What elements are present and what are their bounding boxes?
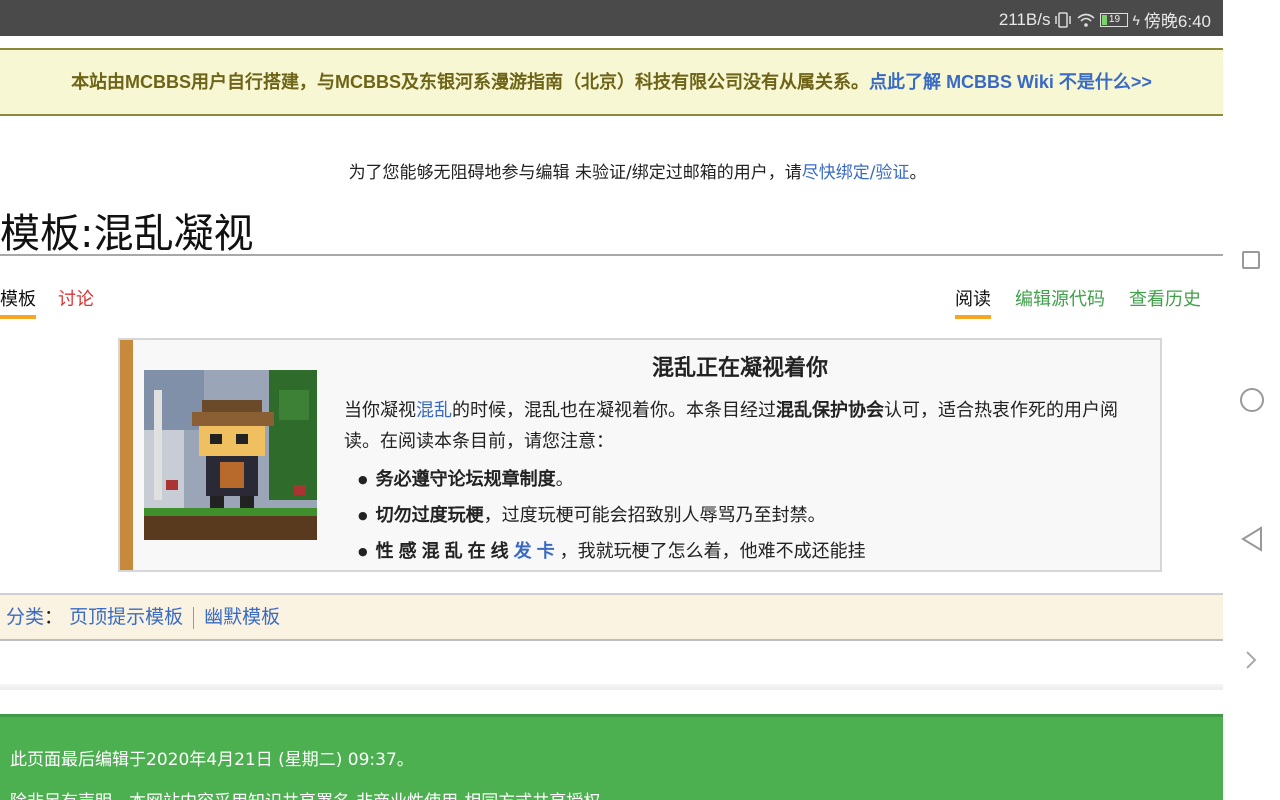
back-icon[interactable] [1240,526,1264,552]
notice-bold-text: 混乱保护协会 [776,400,884,421]
list-item: 性感混乱在线发卡，我就玩梗了怎么着，他难不成还能挂 [358,535,898,571]
view-tabs: 阅读 编辑源代码 查看历史 [955,285,1201,319]
chaos-link[interactable]: 混乱 [416,400,452,421]
category-item[interactable]: 页顶提示模板 [69,606,183,628]
tab-discussion[interactable]: 讨论 [58,285,94,319]
notice-accent-bar [120,340,133,570]
card-link[interactable]: 发卡 [514,541,560,562]
chevron-right-icon[interactable] [1244,650,1258,670]
category-item[interactable]: 幽默模板 [204,606,280,628]
pixel-character-image[interactable] [144,370,317,540]
title-divider [0,254,1223,256]
recent-apps-icon[interactable] [1242,251,1260,269]
footer-last-edited: 此页面最后编辑于2020年4月21日 (星期二) 09:37。 [10,750,414,770]
status-bar: 211B/s 19 ϟ 傍晚6:40 [0,0,1223,36]
home-icon[interactable] [1240,388,1264,412]
charging-icon: ϟ [1132,11,1140,28]
email-notice: 为了您能够无阻碍地参与编辑 未验证/绑定过邮箱的用户，请尽快绑定/验证。 [0,158,1223,183]
wifi-icon [1077,13,1096,27]
list-item: 切勿过度玩梗，过度玩梗可能会招致别人辱骂乃至封禁。 [358,499,898,535]
notice-body: 当你凝视混乱的时候，混乱也在凝视着你。本条目经过混乱保护协会认可，适合热衷作死的… [344,395,1150,571]
categories-label-link[interactable]: 分类 [6,606,44,628]
footer-license: 除非另有声明，本网站内容采用知识共享署名-非商业性使用-相同方式共享授权。 [10,787,617,800]
footer: 此页面最后编辑于2020年4月21日 (星期二) 09:37。 除非另有声明，本… [0,714,1223,800]
template-notice-box: 混乱正在凝视着你 当你凝视混乱的时候，混乱也在凝视着你。本条目经过混乱保护协会认… [118,338,1162,572]
email-notice-suffix: 。 [909,163,927,183]
site-notice-text: 本站由MCBBS用户自行搭建，与MCBBS及东银河系漫游指南（北京）科技有限公司… [71,72,870,92]
list-item: 务必遵守论坛规章制度。 [358,463,898,499]
content-bottom-divider [0,684,1223,690]
site-notice: 本站由MCBBS用户自行搭建，与MCBBS及东银河系漫游指南（北京）科技有限公司… [0,48,1223,116]
site-notice-link[interactable]: 点此了解 MCBBS Wiki 不是什么>> [869,72,1152,92]
notice-list: 务必遵守论坛规章制度。 切勿过度玩梗，过度玩梗可能会招致别人辱骂乃至封禁。 性感… [344,463,1150,571]
email-notice-text: 为了您能够无阻碍地参与编辑 未验证/绑定过邮箱的用户，请 [348,163,802,183]
tab-read[interactable]: 阅读 [955,285,991,319]
battery-icon: 19 [1100,12,1129,27]
tab-template[interactable]: 模板 [0,285,36,319]
page-content: 本站由MCBBS用户自行搭建，与MCBBS及东银河系漫游指南（北京）科技有限公司… [0,36,1223,800]
vibrate-icon [1055,11,1072,28]
namespace-tabs: 模板 讨论 [0,285,94,319]
category-separator [193,606,195,629]
page-title: 模板:混乱凝视 [0,211,254,257]
net-speed: 211B/s [998,9,1051,29]
tab-view-history[interactable]: 查看历史 [1129,285,1201,319]
clock: 傍晚6:40 [1143,12,1211,31]
notice-heading: 混乱正在凝视着你 [651,356,828,381]
notice-text: 的时候，混乱也在凝视着你。本条目经过 [452,400,776,421]
email-verify-link[interactable]: 尽快绑定/验证 [802,163,910,183]
category-links: 分类： 页顶提示模板 幽默模板 [0,593,1223,641]
notice-text: 当你凝视 [344,400,416,421]
tab-edit-source[interactable]: 编辑源代码 [1015,285,1105,319]
